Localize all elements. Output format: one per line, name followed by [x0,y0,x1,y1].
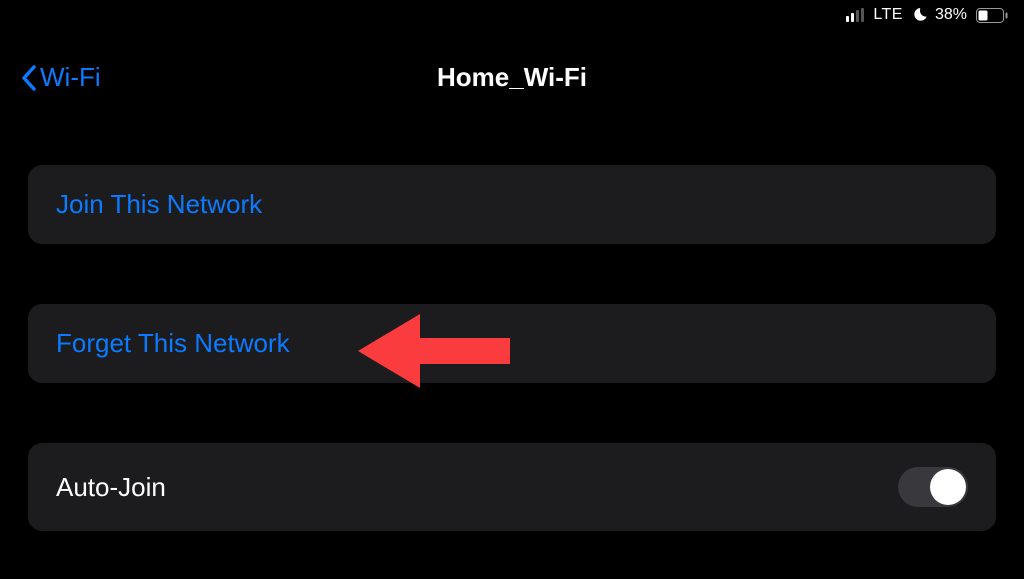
do-not-disturb-icon [912,7,928,23]
network-type-label: LTE [873,6,903,24]
forget-network-label: Forget This Network [56,328,290,359]
navigation-header: Wi-Fi Home_Wi-Fi [0,30,1024,110]
auto-join-toggle[interactable] [898,467,968,507]
back-button[interactable]: Wi-Fi [20,62,101,93]
auto-join-label: Auto-Join [56,472,166,503]
join-network-label: Join This Network [56,189,262,220]
back-label: Wi-Fi [40,62,101,93]
auto-join-row: Auto-Join [28,443,996,531]
page-title: Home_Wi-Fi [437,62,587,93]
battery-icon [976,8,1008,23]
settings-content: Join This Network Forget This Network Au… [0,110,1024,531]
forget-network-button[interactable]: Forget This Network [28,304,996,383]
chevron-left-icon [20,64,38,92]
toggle-knob [930,469,966,505]
battery-percentage: 38% [935,6,967,24]
join-network-button[interactable]: Join This Network [28,165,996,244]
status-bar: LTE 38% [0,0,1024,30]
cellular-signal-icon [846,8,864,22]
